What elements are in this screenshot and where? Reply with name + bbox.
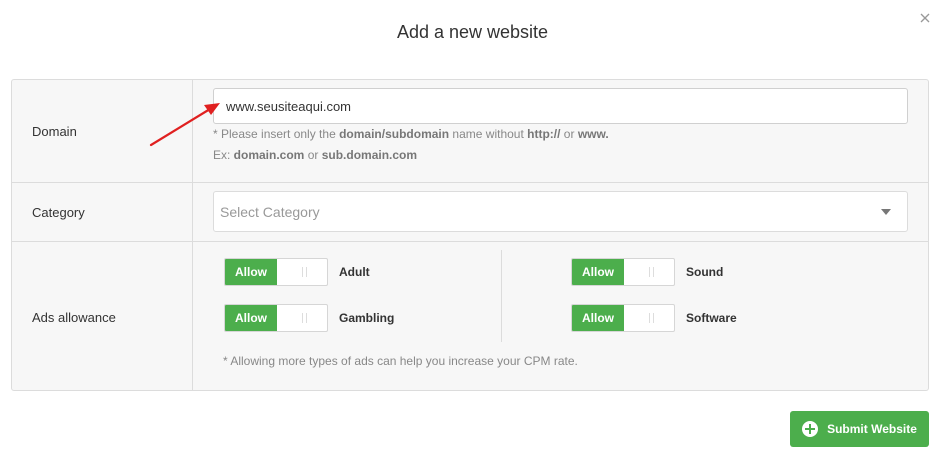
toggle-on-label: Allow xyxy=(225,305,277,331)
toggle-handle xyxy=(277,305,327,331)
toggle-handle xyxy=(277,259,327,285)
toggle-handle xyxy=(624,259,674,285)
toggle-gambling[interactable]: Allow xyxy=(224,304,328,332)
category-row: Category Select Category xyxy=(12,183,928,242)
toggle-on-label: Allow xyxy=(572,259,624,285)
close-icon[interactable] xyxy=(919,12,931,24)
toggle-on-label: Allow xyxy=(572,305,624,331)
ad-type-label: Gambling xyxy=(339,311,395,325)
category-select[interactable]: Select Category xyxy=(213,191,908,232)
ad-type-label: Sound xyxy=(686,265,724,279)
ads-label: Ads allowance xyxy=(12,242,193,390)
category-label: Category xyxy=(12,183,193,241)
toggle-software[interactable]: Allow xyxy=(571,304,675,332)
ads-row: Ads allowance Allow Adult Allow Gambling… xyxy=(12,242,928,390)
domain-input[interactable] xyxy=(213,88,908,124)
submit-website-button[interactable]: Submit Website xyxy=(790,411,929,447)
domain-hint: * Please insert only the domain/subdomai… xyxy=(213,127,609,141)
category-placeholder: Select Category xyxy=(220,204,320,220)
plus-circle-icon xyxy=(802,421,819,437)
chevron-down-icon xyxy=(881,209,891,215)
toggle-sound[interactable]: Allow xyxy=(571,258,675,286)
toggle-adult[interactable]: Allow xyxy=(224,258,328,286)
toggle-handle xyxy=(624,305,674,331)
toggle-on-label: Allow xyxy=(225,259,277,285)
website-form: Domain * Please insert only the domain/s… xyxy=(11,79,929,391)
domain-example: Ex: domain.com or sub.domain.com xyxy=(213,148,418,162)
column-divider xyxy=(501,250,502,342)
ad-type-label: Software xyxy=(686,311,737,325)
submit-label: Submit Website xyxy=(827,422,917,436)
domain-label: Domain xyxy=(12,80,193,182)
modal-title: Add a new website xyxy=(396,22,549,42)
domain-row: Domain * Please insert only the domain/s… xyxy=(12,80,928,183)
ad-type-label: Adult xyxy=(339,265,370,279)
ads-note: * Allowing more types of ads can help yo… xyxy=(223,354,578,368)
